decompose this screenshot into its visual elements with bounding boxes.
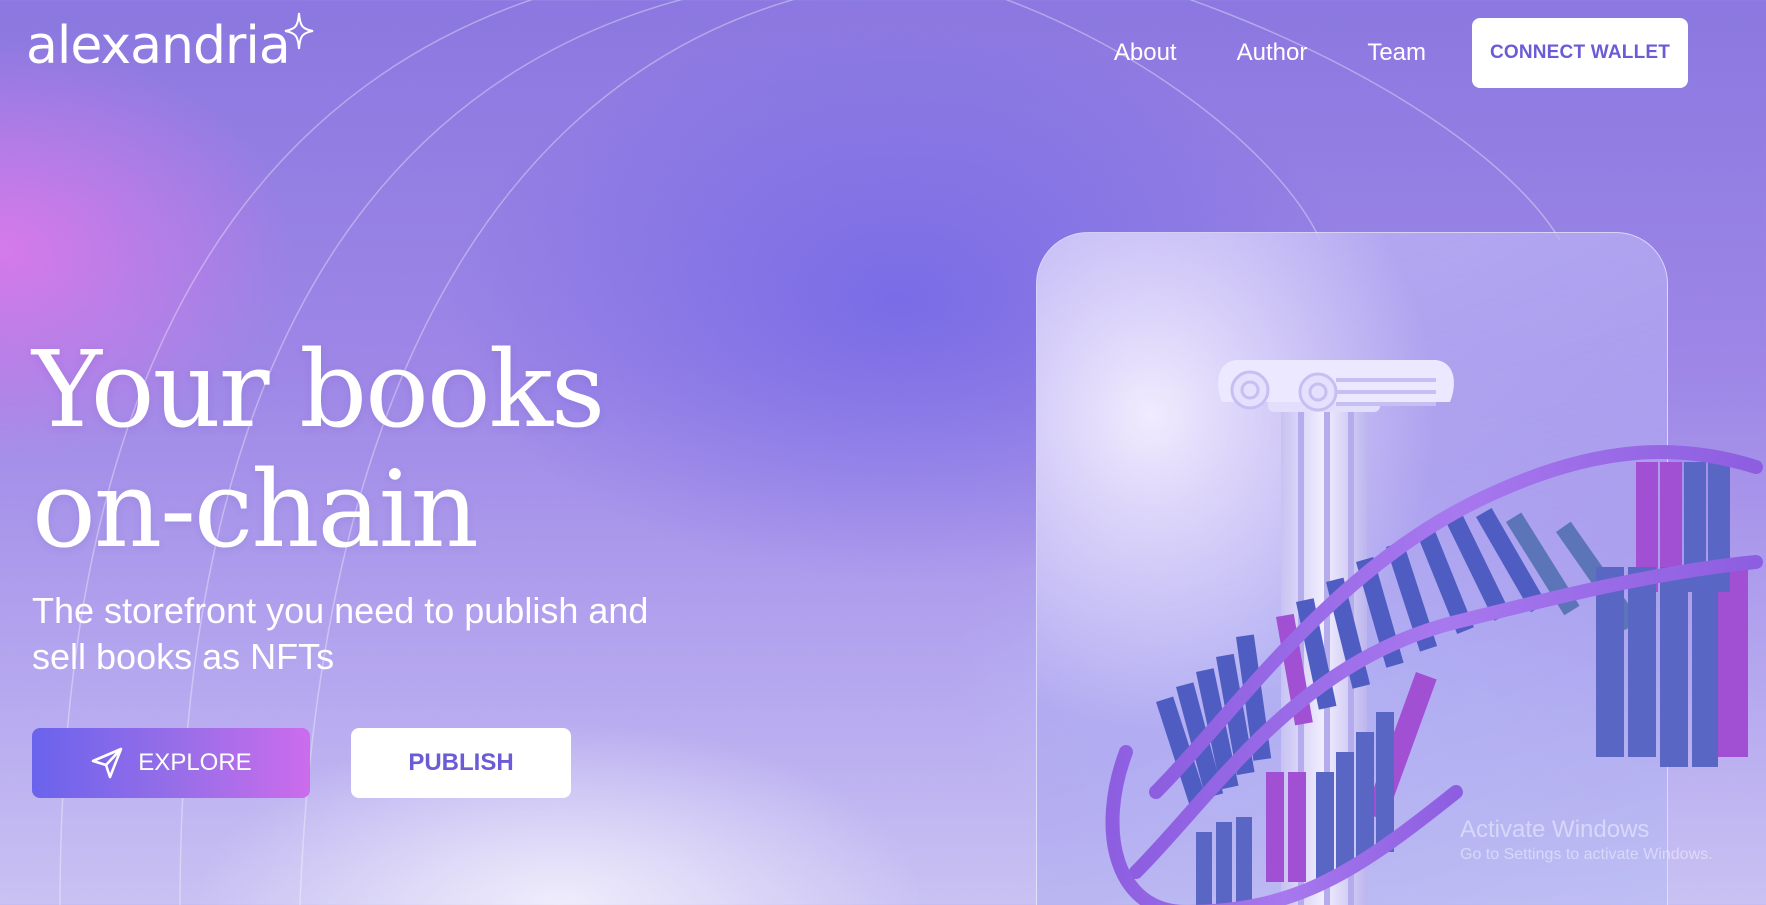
connect-wallet-button[interactable]: CONNECT WALLET — [1472, 18, 1688, 88]
explore-button[interactable]: EXPLORE — [32, 728, 310, 798]
hero-subtitle: The storefront you need to publish and s… — [32, 590, 649, 677]
pillar-books-illustration — [1105, 360, 1763, 905]
hero-title: Your books on-chain — [32, 328, 605, 571]
nav-link-about[interactable]: About — [1114, 39, 1177, 67]
activate-windows-watermark: Activate Windows Go to Settings to activ… — [1460, 816, 1713, 864]
sparkle-icon — [284, 12, 313, 50]
nav-link-team[interactable]: Team — [1367, 39, 1426, 67]
top-nav: About Author Team CONNECT WALLET — [1114, 18, 1766, 88]
nav-link-author[interactable]: Author — [1237, 39, 1308, 67]
publish-button[interactable]: PUBLISH — [351, 728, 571, 798]
send-icon — [91, 747, 123, 779]
logo-text: alexandria — [26, 16, 291, 76]
logo[interactable]: alexandria — [26, 12, 320, 80]
watermark-line-2: Go to Settings to activate Windows. — [1460, 846, 1713, 863]
hero-title-line-2: on-chain — [32, 448, 479, 571]
hero-title-line-1: Your books — [32, 328, 605, 451]
explore-button-label: EXPLORE — [138, 749, 252, 776]
watermark-line-1: Activate Windows — [1460, 816, 1650, 843]
